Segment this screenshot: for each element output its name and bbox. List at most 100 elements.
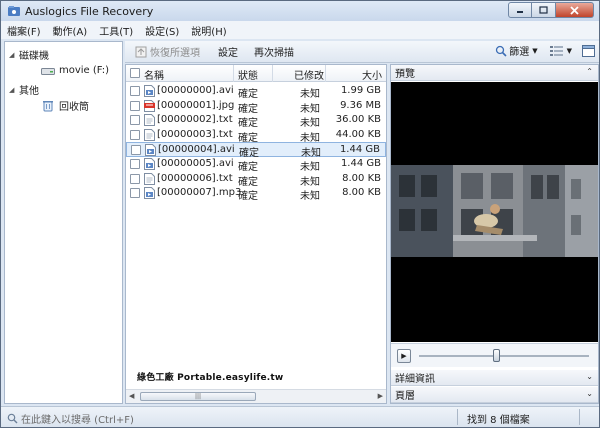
file-size: 1.99 GB [340, 85, 381, 96]
app-window: Auslogics File Recovery 檔案(F) 動作(A) 工具(T… [0, 0, 600, 428]
file-name: [00000001].jpg [157, 99, 235, 111]
expand-down-icon[interactable]: ⌄ [586, 389, 593, 398]
search-placeholder: 在此鍵入以搜尋 (Ctrl+F) [21, 415, 134, 426]
row-checkbox[interactable] [130, 188, 140, 199]
video-frame-image [391, 165, 598, 257]
menu-help[interactable]: 說明(H) [191, 23, 226, 38]
file-size: 8.00 KB [342, 187, 381, 199]
view-mode-button[interactable]: ▼ [549, 45, 572, 56]
restore-selected-button[interactable]: 恢復所選項 [135, 44, 200, 59]
row-checkbox[interactable] [130, 159, 140, 169]
column-divider[interactable] [325, 65, 326, 82]
window-controls [508, 2, 594, 18]
column-divider[interactable] [233, 65, 234, 82]
scrollbar-thumb[interactable]: ||| [140, 392, 256, 401]
video-frame [391, 165, 598, 257]
row-checkbox[interactable] [131, 145, 141, 156]
table-row[interactable]: [00000003].txt 確定 未知 44.00 KB [126, 128, 386, 144]
restore-icon [135, 46, 147, 57]
text-file-icon [144, 114, 155, 127]
collapse-up-icon[interactable]: ⌃ [586, 67, 593, 76]
row-checkbox[interactable] [130, 129, 140, 140]
column-divider[interactable] [272, 65, 273, 82]
file-size: 1.44 GB [339, 144, 380, 156]
minimize-icon [517, 11, 523, 13]
file-list-header: 名稱 狀態 已修改 大小 [126, 65, 386, 82]
search-icon [496, 45, 507, 57]
file-name: [00000004].avi [158, 144, 235, 156]
close-button[interactable] [556, 2, 594, 18]
watermark-text: 綠色工廠 Portable.easylife.tw [137, 373, 284, 383]
rescan-button[interactable]: 再次掃描 [254, 44, 294, 59]
row-checkbox[interactable] [130, 115, 140, 126]
app-logo-icon [7, 4, 21, 18]
search-field[interactable]: 在此鍵入以搜尋 (Ctrl+F) [7, 411, 134, 426]
tree-item-movie-drive[interactable]: movie (F:) [41, 65, 109, 76]
preview-pane-icon [582, 44, 595, 57]
table-row[interactable]: [00000004].avi 確定 未知 1.44 GB [126, 142, 386, 159]
video-preview [391, 82, 598, 342]
maximize-button[interactable] [532, 2, 556, 18]
menu-settings[interactable]: 設定(S) [145, 23, 179, 38]
file-count: 找到 8 個檔案 [467, 415, 530, 426]
location-tree: ◢ 磁碟機 movie (F:) ◢ 其他 回收筒 [4, 41, 123, 404]
restore-label: 恢復所選項 [150, 48, 200, 59]
expand-down-icon[interactable]: ⌄ [586, 372, 593, 381]
maximize-icon [539, 6, 548, 14]
image-file-icon [144, 99, 155, 112]
tree-group-other[interactable]: ◢ 其他 [9, 82, 39, 98]
player-controls: ▶ [391, 343, 598, 367]
file-name: [00000007].mp3 [157, 187, 242, 199]
tree-item-label: 回收筒 [59, 102, 89, 113]
select-all-checkbox[interactable] [130, 68, 140, 78]
scroll-left-icon[interactable]: ◀ [129, 392, 134, 400]
menu-file[interactable]: 檔案(F) [7, 23, 41, 38]
table-row[interactable]: [00000002].txt 確定 未知 36.00 KB [126, 113, 386, 129]
tree-item-label: movie (F:) [59, 65, 110, 76]
column-status[interactable]: 狀態 [238, 67, 258, 82]
tree-group-drives[interactable]: ◢ 磁碟機 [9, 47, 49, 63]
seek-track[interactable] [419, 355, 589, 357]
tree-item-recycle-bin[interactable]: 回收筒 [43, 98, 89, 113]
details-header[interactable]: 詳細資訊 ⌄ [391, 370, 598, 386]
collapse-icon[interactable]: ◢ [9, 86, 19, 94]
toolbar: 恢復所選項 設定 再次掃描 篩選 ▼ ▼ [125, 41, 599, 63]
row-checkbox[interactable] [130, 173, 140, 184]
settings-button[interactable]: 設定 [218, 44, 238, 59]
column-modified[interactable]: 已修改 [294, 67, 324, 82]
file-name: [00000002].txt [157, 114, 233, 126]
file-name: [00000005].avi [157, 158, 234, 169]
scroll-right-icon[interactable]: ▶ [378, 392, 383, 400]
close-icon [570, 5, 579, 15]
column-size[interactable]: 大小 [362, 67, 382, 82]
pages-header[interactable]: 頁層 ⌄ [391, 387, 598, 403]
play-button[interactable]: ▶ [397, 349, 411, 363]
collapse-icon[interactable]: ◢ [9, 51, 19, 59]
menu-action[interactable]: 動作(A) [53, 23, 88, 38]
row-checkbox[interactable] [130, 86, 140, 96]
video-file-icon [145, 144, 156, 157]
video-file-icon [144, 85, 155, 97]
details-title: 詳細資訊 [395, 374, 435, 385]
file-name: [00000003].txt [157, 128, 233, 140]
horizontal-scrollbar[interactable]: ◀ ||| ▶ [126, 389, 386, 403]
file-size: 9.36 MB [340, 99, 381, 111]
search-icon [7, 413, 18, 424]
table-row[interactable]: [00000006].txt 確定 未知 8.00 KB [126, 172, 386, 188]
file-modified: 未知 [300, 191, 320, 203]
chevron-down-icon: ▼ [532, 46, 538, 55]
title-bar[interactable]: Auslogics File Recovery [1, 1, 599, 21]
table-row[interactable]: [00000000].avi 確定 未知 1.99 GB [126, 84, 386, 100]
minimize-button[interactable] [508, 2, 532, 18]
table-row[interactable]: [00000005].avi 確定 未知 1.44 GB [126, 157, 386, 173]
table-row[interactable]: [00000007].mp3 確定 未知 8.00 KB [126, 186, 386, 203]
preview-header[interactable]: 預覽 ⌃ [391, 65, 598, 81]
file-name: [00000006].txt [157, 172, 233, 184]
seek-slider-handle[interactable] [493, 349, 501, 362]
menu-tools[interactable]: 工具(T) [99, 23, 133, 38]
filter-button[interactable]: 篩選 ▼ [495, 43, 538, 58]
row-checkbox[interactable] [130, 100, 140, 111]
column-name[interactable]: 名稱 [144, 67, 164, 82]
toggle-preview-pane-button[interactable] [582, 44, 595, 57]
table-row[interactable]: [00000001].jpg 確定 未知 9.36 MB [126, 99, 386, 115]
